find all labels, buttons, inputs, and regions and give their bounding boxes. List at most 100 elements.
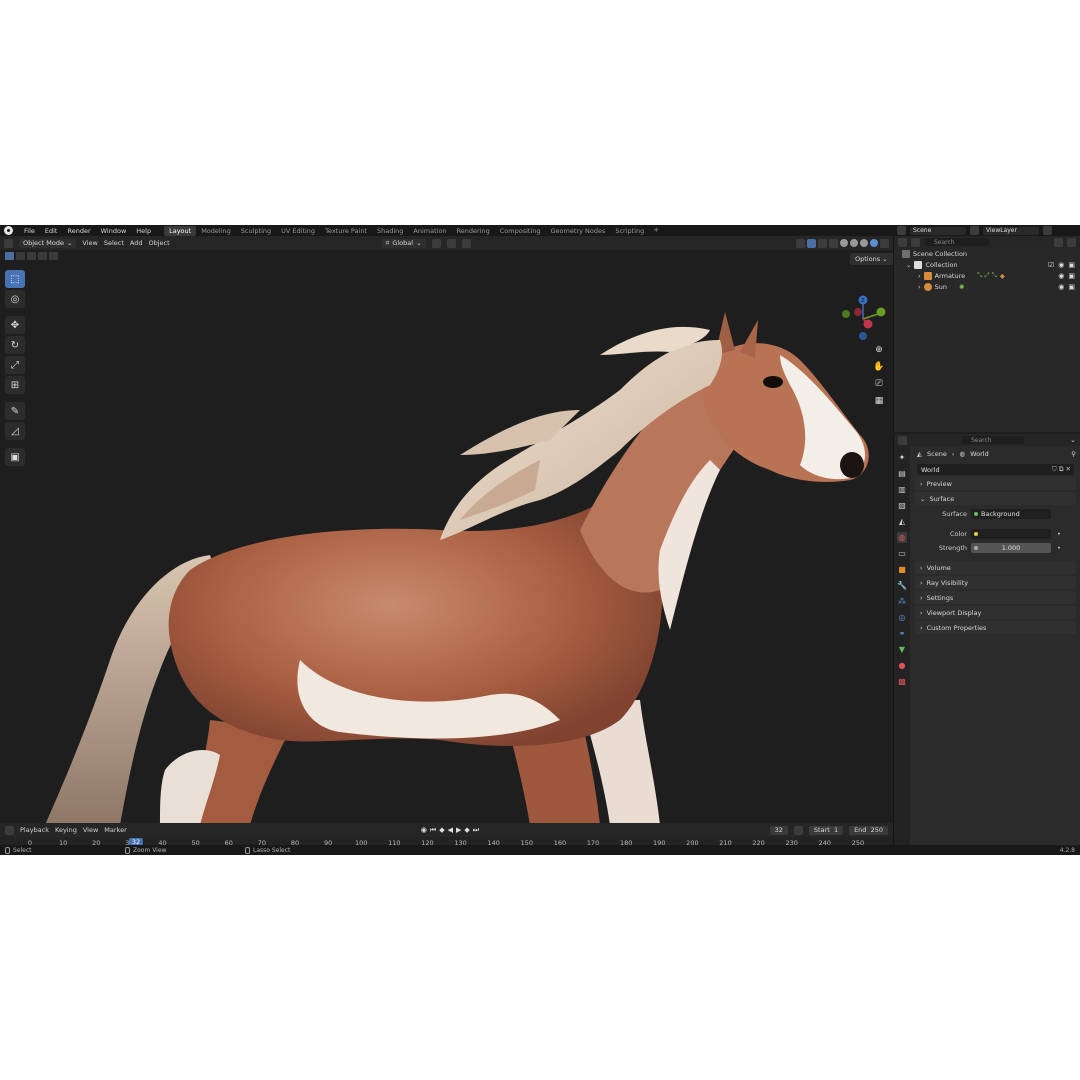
solid-shading-icon[interactable] (850, 239, 858, 247)
surface-shader-field[interactable]: Background (971, 509, 1051, 519)
output-tab-icon[interactable]: ▥ (897, 484, 907, 495)
overlay-toggle-icon[interactable] (818, 238, 827, 248)
outliner-editor-icon[interactable] (898, 237, 907, 247)
display-mode-icon[interactable] (911, 237, 920, 247)
options-button[interactable]: Options ⌄ (850, 253, 893, 265)
visibility-icon[interactable] (796, 238, 805, 248)
tab-geometry-nodes[interactable]: Geometry Nodes (546, 226, 611, 236)
tab-scripting[interactable]: Scripting (610, 226, 649, 236)
select-intersect-icon[interactable] (38, 252, 47, 260)
object-menu[interactable]: Object (149, 239, 170, 247)
object-tab-icon[interactable]: ■ (897, 564, 907, 575)
menu-render[interactable]: Render (62, 227, 95, 235)
world-datablock-field[interactable]: World ⛉ ⧉ ✕ (917, 464, 1074, 475)
panel-surface[interactable]: ⌄ Surface (915, 492, 1076, 505)
world-tab-icon[interactable]: ◍ (897, 532, 907, 543)
panel-preview[interactable]: › Preview (915, 477, 1076, 490)
checkbox-icon[interactable]: ☑ (1048, 261, 1054, 269)
play-icon[interactable]: ▶ (456, 826, 461, 835)
select-menu[interactable]: Select (104, 239, 124, 247)
particles-tab-icon[interactable]: ⁂ (897, 596, 907, 607)
render-tab-icon[interactable]: ▤ (897, 468, 907, 479)
end-frame-field[interactable]: End 250 (849, 825, 888, 835)
outliner-row-scene-collection[interactable]: Scene Collection (894, 248, 1080, 259)
prev-keyframe-icon[interactable]: ◆ (439, 826, 444, 835)
3d-viewport[interactable]: ⬚ ◎ ✥ ↻ ⤢ ⊞ ✎ ◿ ▣ Options ⌄ Z ⊕ ✋ ⎚ ▦ (0, 250, 893, 823)
playback-menu[interactable]: Playback (20, 826, 49, 834)
filter-icon[interactable] (1054, 237, 1063, 247)
eye-icon[interactable]: ◉ (1058, 261, 1064, 269)
tool-tab-icon[interactable]: ✦ (897, 452, 907, 463)
scene-tab-icon[interactable]: ◭ (897, 516, 907, 527)
tab-uv-editing[interactable]: UV Editing (276, 226, 320, 236)
pin-icon[interactable]: ⚲ (1071, 450, 1080, 458)
mode-dropdown[interactable]: Object Mode ⌄ (19, 238, 77, 248)
select-invert-icon[interactable] (49, 252, 58, 260)
camera-icon[interactable]: ▣ (1068, 261, 1075, 269)
outliner-row-collection[interactable]: ⌄ Collection ☑ ◉ ▣ (894, 259, 1080, 270)
select-subtract-icon[interactable] (27, 252, 36, 260)
panel-volume[interactable]: › Volume (915, 561, 1076, 574)
jump-start-icon[interactable]: ⏮ (430, 826, 436, 835)
select-new-icon[interactable] (5, 252, 14, 260)
select-extend-icon[interactable] (16, 252, 25, 260)
panel-ray-visibility[interactable]: › Ray Visibility (915, 576, 1076, 589)
tab-sculpting[interactable]: Sculpting (236, 226, 276, 236)
next-keyframe-icon[interactable]: ◆ (464, 826, 469, 835)
orientation-dropdown[interactable]: ⌗ Global ⌄ (381, 238, 426, 248)
camera-icon[interactable]: ▣ (1068, 283, 1075, 291)
view-layer-tab-icon[interactable]: ▧ (897, 500, 907, 511)
strength-field[interactable]: 1.000 (971, 543, 1051, 553)
constraints-tab-icon[interactable]: ⚭ (897, 628, 907, 639)
outliner-row-armature[interactable]: › Armature ⤡ ⤢ ⤡ ◆ ◉ ▣ (894, 270, 1080, 281)
physics-tab-icon[interactable]: ◎ (897, 612, 907, 623)
eye-icon[interactable]: ◉ (1058, 272, 1064, 280)
panel-settings[interactable]: › Settings (915, 591, 1076, 604)
modifier-tab-icon[interactable]: 🔧 (897, 580, 907, 591)
chevron-down-icon[interactable]: ⌄ (1070, 436, 1076, 444)
tab-compositing[interactable]: Compositing (495, 226, 546, 236)
snap-icon[interactable] (446, 238, 456, 248)
keying-menu[interactable]: Keying (55, 826, 77, 834)
tab-modeling[interactable]: Modeling (196, 226, 236, 236)
wireframe-shading-icon[interactable] (840, 239, 848, 247)
view-menu[interactable]: View (82, 239, 97, 247)
menu-help[interactable]: Help (131, 227, 156, 235)
tab-layout[interactable]: Layout (164, 225, 197, 236)
panel-viewport-display[interactable]: › Viewport Display (915, 606, 1076, 619)
new-view-layer-icon[interactable] (1043, 226, 1052, 235)
jump-end-icon[interactable]: ⏭ (473, 826, 479, 835)
eye-icon[interactable]: ◉ (1058, 283, 1064, 291)
xray-toggle-icon[interactable] (829, 238, 838, 248)
new-collection-icon[interactable] (1067, 237, 1076, 247)
tab-texture-paint[interactable]: Texture Paint (320, 226, 372, 236)
scene-icon[interactable] (897, 226, 906, 235)
menu-window[interactable]: Window (96, 227, 132, 235)
panel-custom-properties[interactable]: › Custom Properties (915, 621, 1076, 634)
add-workspace-button[interactable]: + (649, 226, 663, 236)
outliner-search-input[interactable]: Search (924, 238, 990, 246)
proportional-edit-icon[interactable] (461, 238, 471, 248)
auto-keying-icon[interactable]: ◉ (421, 826, 427, 835)
data-tab-icon[interactable]: ▼ (897, 644, 907, 655)
material-tab-icon[interactable]: ● (897, 660, 907, 671)
menu-file[interactable]: File (19, 227, 40, 235)
texture-tab-icon[interactable]: ▩ (897, 676, 907, 687)
pause-icon[interactable] (880, 238, 889, 248)
camera-icon[interactable]: ▣ (1068, 272, 1075, 280)
blender-logo-icon[interactable] (4, 226, 13, 235)
view-layer-icon[interactable] (970, 226, 979, 235)
play-reverse-icon[interactable]: ◀ (448, 826, 453, 835)
scene-selector[interactable]: Scene (910, 226, 966, 235)
pivot-icon[interactable] (431, 238, 441, 248)
material-shading-icon[interactable] (860, 239, 868, 247)
keyframe-dot-icon[interactable]: • (1057, 544, 1061, 552)
gizmo-toggle-icon[interactable] (807, 238, 816, 248)
horse-model[interactable] (20, 300, 880, 823)
keyframe-dot-icon[interactable]: • (1057, 530, 1061, 538)
properties-search-input[interactable]: Search (961, 436, 1025, 444)
marker-menu[interactable]: Marker (104, 826, 126, 834)
timeline-view-menu[interactable]: View (83, 826, 98, 834)
select-box-tool-icon[interactable]: ⬚ (5, 270, 25, 288)
tab-rendering[interactable]: Rendering (452, 226, 495, 236)
